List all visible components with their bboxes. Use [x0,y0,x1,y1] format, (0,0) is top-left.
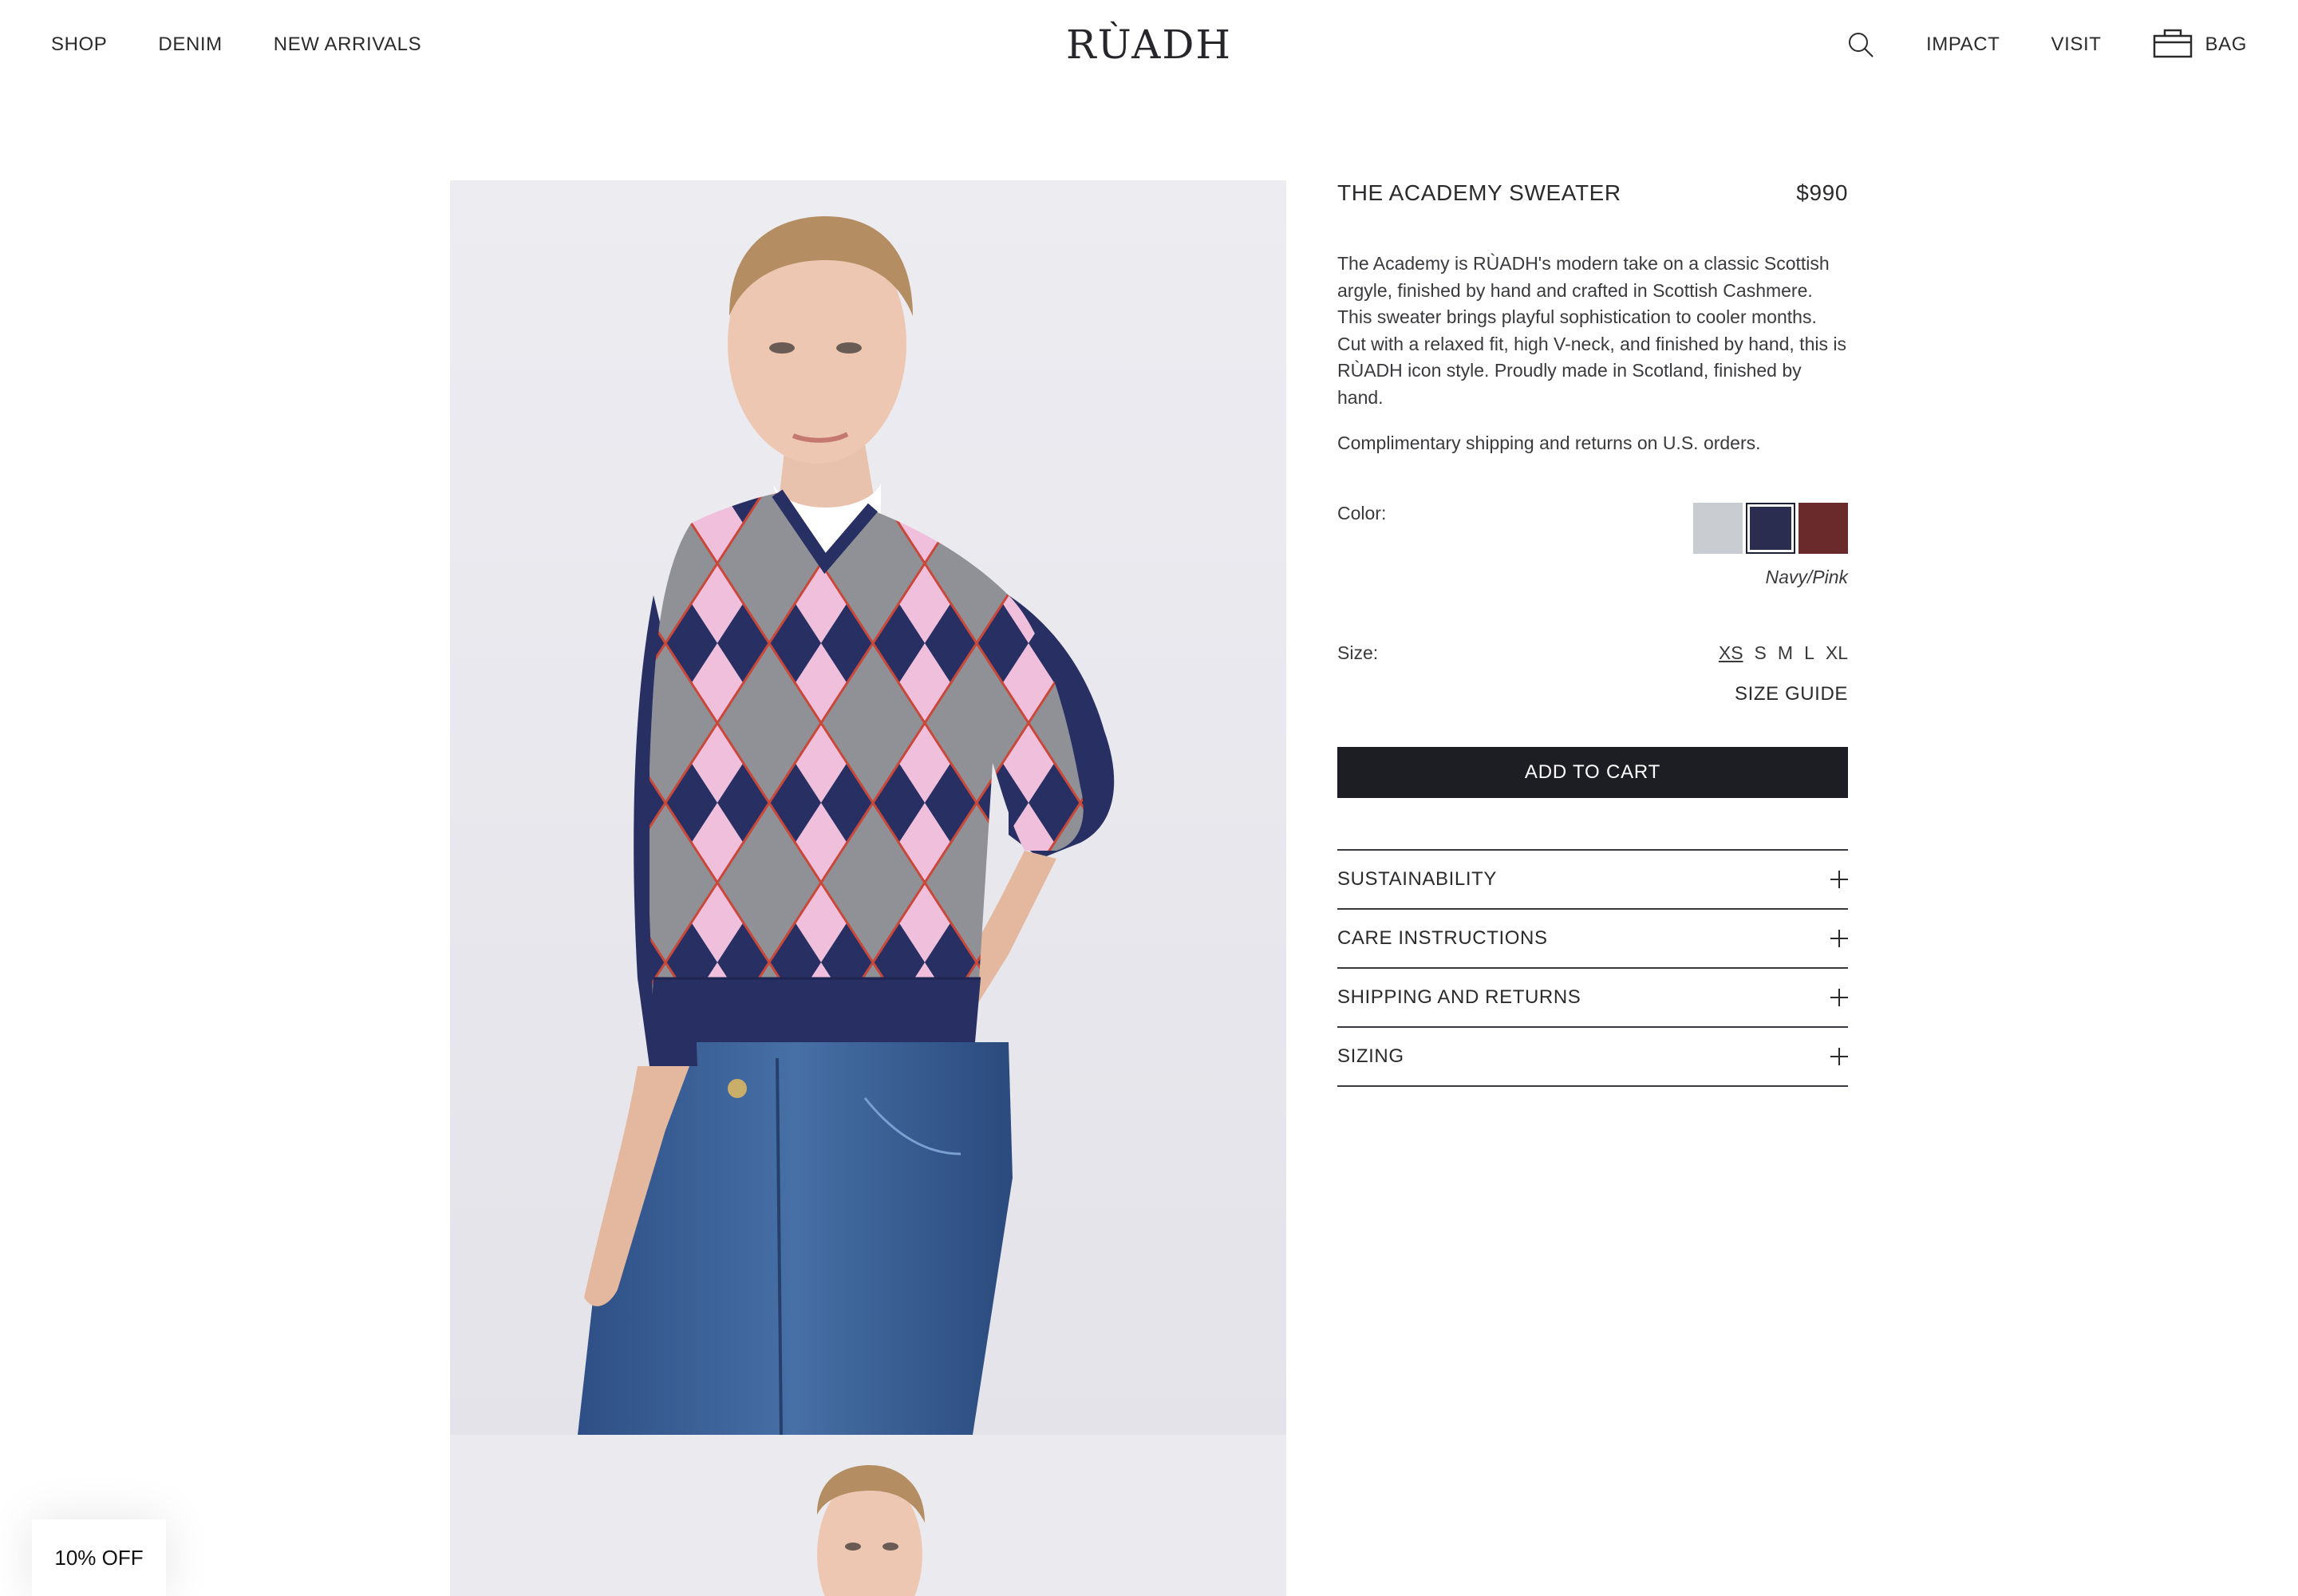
accordion-label: CARE INSTRUCTIONS [1337,927,1548,949]
product-title: THE ACADEMY SWEATER [1337,180,1621,205]
nav-visit[interactable]: VISIT [2051,34,2102,56]
size-guide-link[interactable]: SIZE GUIDE [1735,683,1848,705]
discount-promo-button[interactable]: 10% OFF [32,1519,166,1596]
product-description: The Academy is RÙADH's modern take on a … [1337,253,1846,408]
plus-icon [1830,1048,1848,1065]
accordion-sustainability[interactable]: SUSTAINABILITY [1337,851,1848,910]
size-option-xs[interactable]: XS [1719,642,1743,664]
size-list: XS S M L XL [1708,642,1848,664]
product-info: THE ACADEMY SWEATER $990 The Academy is … [1337,180,1848,1087]
swatch-list [1690,503,1848,554]
color-swatch[interactable] [1746,503,1795,554]
accordion-label: SIZING [1337,1045,1404,1067]
search-icon[interactable] [1846,30,1875,59]
color-swatch[interactable] [1799,503,1848,554]
nav-shop[interactable]: SHOP [51,34,107,56]
accordion-sizing[interactable]: SIZING [1337,1028,1848,1087]
color-label: Color: [1337,503,1387,523]
color-selector: Color: Navy/Pink [1337,503,1848,588]
product-price: $990 [1796,180,1848,205]
plus-icon [1830,871,1848,888]
site-header: SHOP DENIM NEW ARRIVALS RÙADH IMPACT VIS… [0,0,2298,89]
bag-label: BAG [2205,34,2247,55]
plus-icon [1830,989,1848,1006]
primary-nav: SHOP DENIM NEW ARRIVALS [51,0,472,89]
site-logo[interactable]: RÙADH [1066,22,1232,68]
size-selector: Size: XS S M L XL SIZE GUIDE [1337,642,1848,705]
product-accordion: SUSTAINABILITY CARE INSTRUCTIONS SHIPPIN… [1337,849,1848,1087]
accordion-shipping-and-returns[interactable]: SHIPPING AND RETURNS [1337,969,1848,1028]
bag-button[interactable]: BAG [2153,28,2247,62]
color-swatches: Navy/Pink [1690,503,1848,588]
product-image-main[interactable] [450,180,1286,1435]
accordion-label: SHIPPING AND RETURNS [1337,986,1581,1008]
title-row: THE ACADEMY SWEATER $990 [1337,180,1848,206]
shipping-note: Complimentary shipping and returns on U.… [1337,433,1761,453]
size-option-xl[interactable]: XL [1826,642,1848,664]
nav-impact[interactable]: IMPACT [1926,34,2000,56]
color-swatch[interactable] [1693,503,1743,554]
size-options: XS S M L XL SIZE GUIDE [1708,642,1848,705]
size-option-m[interactable]: M [1778,642,1793,664]
bag-icon [2153,28,2193,62]
product-image-secondary[interactable] [450,1435,1286,1596]
size-option-l[interactable]: L [1804,642,1814,664]
selected-color-name: Navy/Pink [1765,567,1848,587]
accordion-label: SUSTAINABILITY [1337,868,1498,890]
nav-new-arrivals[interactable]: NEW ARRIVALS [274,34,421,56]
secondary-nav: IMPACT VISIT BAG [1846,0,2247,89]
plus-icon [1830,930,1848,947]
nav-denim[interactable]: DENIM [158,34,222,56]
size-option-s[interactable]: S [1755,642,1767,664]
accordion-care-instructions[interactable]: CARE INSTRUCTIONS [1337,910,1848,969]
add-to-cart-button[interactable]: ADD TO CART [1337,747,1848,798]
size-label: Size: [1337,642,1379,663]
